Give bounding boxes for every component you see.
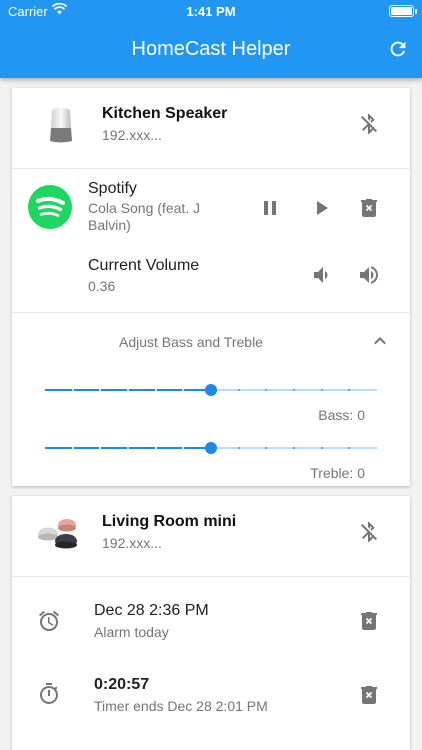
status-bar: Carrier 1:41 PM xyxy=(0,0,422,22)
delete-timer-icon[interactable] xyxy=(357,683,381,707)
slider-thumb[interactable] xyxy=(205,384,217,396)
app-bar: Carrier 1:41 PM HomeCast Helper xyxy=(0,0,422,78)
battery-icon xyxy=(389,5,417,17)
bass-slider[interactable] xyxy=(45,380,377,400)
timer-icon xyxy=(37,682,61,706)
delete-alarm-icon[interactable] xyxy=(357,609,381,633)
slider-thumb[interactable] xyxy=(205,442,217,454)
eq-header-label: Adjust Bass and Treble xyxy=(119,334,263,350)
slider-tick xyxy=(71,447,74,449)
slider-tick xyxy=(320,447,323,449)
slider-tick xyxy=(348,389,351,391)
slider-tick xyxy=(320,389,323,391)
volume-value: 0.36 xyxy=(88,278,116,294)
volume-label: Current Volume xyxy=(88,257,200,274)
device-ip: 192.xxx... xyxy=(102,127,162,143)
volume-down-icon[interactable] xyxy=(309,263,333,287)
google-home-image xyxy=(44,106,78,144)
alarm-icon xyxy=(37,609,61,633)
slider-tick xyxy=(237,389,240,391)
slider-tick xyxy=(154,389,157,391)
slider-tick xyxy=(182,389,185,391)
google-home-mini-image xyxy=(36,514,82,554)
device-name: Kitchen Speaker xyxy=(102,105,228,122)
slider-tick xyxy=(127,447,129,449)
slider-tick xyxy=(71,389,74,391)
slider-tick xyxy=(237,447,240,449)
slider-tick xyxy=(154,447,157,449)
app-title: HomeCast Helper xyxy=(131,38,291,60)
timer-time: 0:20:57 xyxy=(94,676,150,693)
kitchen-speaker-card: Kitchen Speaker 192.xxx... Spotify Cola … xyxy=(12,88,410,486)
volume-up-icon[interactable] xyxy=(357,263,381,287)
slider-tick xyxy=(182,447,185,449)
bluetooth-disabled-icon[interactable] xyxy=(357,520,381,544)
spotify-icon xyxy=(28,185,72,229)
divider xyxy=(12,168,410,169)
slider-tick xyxy=(265,389,268,391)
timer-subtitle: Timer ends Dec 28 2:01 PM xyxy=(94,698,268,714)
media-song-title: Cola Song (feat. J Balvin) xyxy=(88,200,201,233)
chevron-up-icon[interactable] xyxy=(368,329,392,353)
media-app-name: Spotify xyxy=(88,180,137,197)
pause-icon[interactable] xyxy=(258,196,282,220)
refresh-icon[interactable] xyxy=(387,38,409,60)
slider-tick xyxy=(99,389,102,391)
bluetooth-disabled-icon[interactable] xyxy=(357,112,381,136)
eq-expansion-header[interactable]: Adjust Bass and Treble xyxy=(12,312,410,368)
slider-tick xyxy=(293,447,295,449)
device-name: Living Room mini xyxy=(102,513,237,530)
treble-label: Treble: 0 xyxy=(310,465,365,481)
delete-icon[interactable] xyxy=(357,196,381,220)
slider-tick xyxy=(265,447,268,449)
device-ip: 192.xxx... xyxy=(102,535,162,551)
divider xyxy=(12,576,410,577)
slider-tick xyxy=(99,447,102,449)
slider-tick xyxy=(348,447,351,449)
living-room-card: Living Room mini 192.xxx... Dec 28 2:36 … xyxy=(12,496,410,750)
slider-tick xyxy=(127,389,129,391)
status-time: 1:41 PM xyxy=(186,4,236,19)
treble-slider[interactable] xyxy=(45,438,377,458)
slider-tick xyxy=(293,389,295,391)
play-icon[interactable] xyxy=(309,196,333,220)
bass-label: Bass: 0 xyxy=(318,407,365,423)
alarm-subtitle: Alarm today xyxy=(94,624,169,640)
alarm-time: Dec 28 2:36 PM xyxy=(94,602,209,619)
